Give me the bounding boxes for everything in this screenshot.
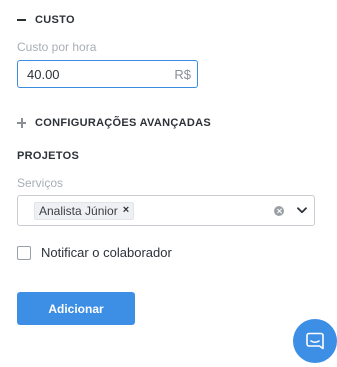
currency-suffix: R$: [174, 66, 191, 82]
hourly-cost-input[interactable]: 40.00 R$: [17, 60, 198, 88]
clear-selection-icon[interactable]: [274, 205, 284, 216]
hourly-cost-value[interactable]: 40.00: [27, 67, 60, 82]
projects-section-title: PROJETOS: [17, 150, 80, 162]
chat-launcher-button[interactable]: [293, 319, 337, 363]
notify-collaborator-label[interactable]: Notificar o colaborador: [41, 245, 172, 260]
advanced-settings-toggle[interactable]: CONFIGURAÇÕES AVANÇADAS: [17, 117, 211, 129]
advanced-settings-label: CONFIGURAÇÕES AVANÇADAS: [35, 117, 211, 129]
selected-service-label: Analista Júnior: [39, 203, 118, 218]
notify-collaborator-checkbox[interactable]: [17, 245, 31, 260]
selected-service-tag: Analista Júnior ×: [34, 201, 135, 220]
chat-bubble-icon: [306, 332, 324, 350]
minus-icon: [17, 15, 27, 25]
cost-section-toggle[interactable]: CUSTO: [17, 14, 75, 26]
services-multiselect[interactable]: Analista Júnior ×: [17, 195, 315, 226]
services-label: Serviços: [17, 176, 64, 190]
hourly-cost-label: Custo por hora: [17, 40, 97, 54]
cost-section-label: CUSTO: [35, 14, 75, 26]
remove-tag-icon[interactable]: ×: [123, 205, 129, 216]
notify-collaborator-row[interactable]: Notificar o colaborador: [17, 245, 172, 260]
chevron-down-icon[interactable]: [296, 205, 308, 217]
plus-icon: [17, 118, 27, 128]
form-panel: CUSTO Custo por hora 40.00 R$ CONFIGURAÇ…: [0, 0, 337, 367]
add-button[interactable]: Adicionar: [17, 292, 135, 325]
